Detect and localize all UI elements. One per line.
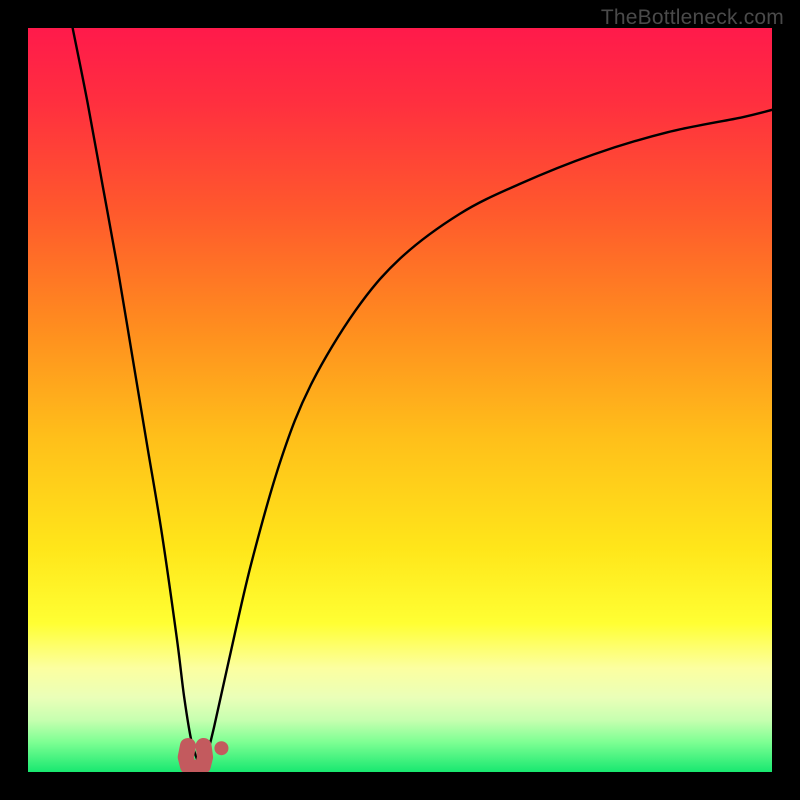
curve-layer (28, 28, 772, 772)
watermark-text: TheBottleneck.com (601, 6, 784, 30)
valley-marker (186, 741, 229, 768)
curve-right-branch (207, 110, 772, 757)
valley-side-dot (214, 741, 228, 755)
curve-left-branch (73, 28, 199, 765)
chart-frame: TheBottleneck.com (0, 0, 800, 800)
plot-area (28, 28, 772, 772)
